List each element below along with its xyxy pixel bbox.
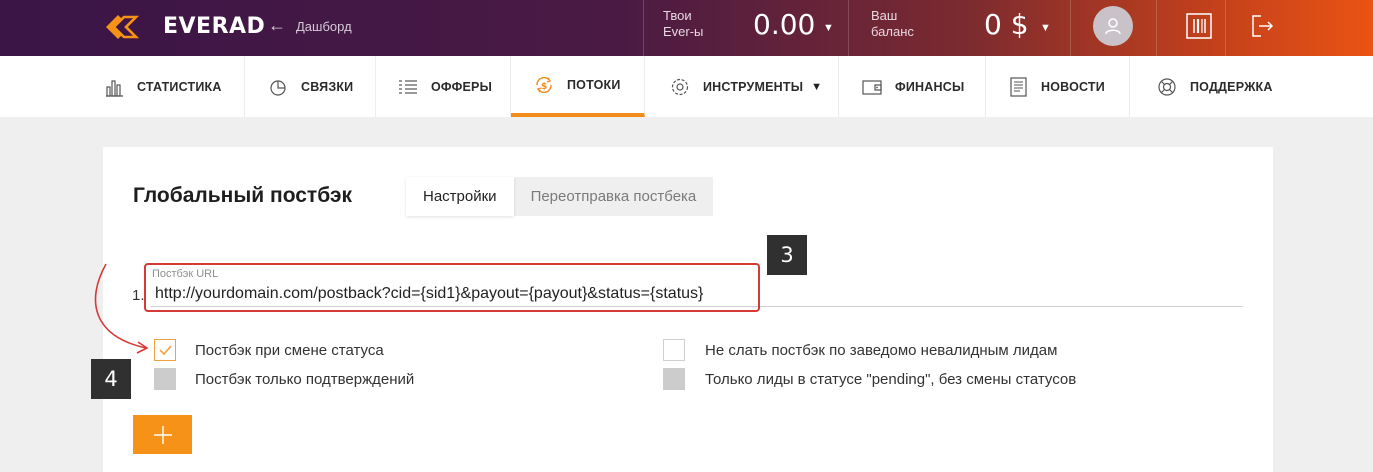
tools-dropdown-caret-icon[interactable]: ▼ [811,81,822,93]
breadcrumb[interactable]: Дашборд [296,19,352,34]
lifebuoy-icon [1158,77,1176,96]
divider [848,0,849,56]
nav-label: ИНСТРУМЕНТЫ [703,79,804,94]
top-bar: EVERAD ← Дашборд Твои Ever-ы 0.00 ▼ Ваш … [0,0,1373,56]
user-icon [1105,18,1121,35]
ever-dropdown-caret-icon[interactable]: ▼ [823,22,834,34]
highlight-frame [144,263,760,312]
add-postback-button[interactable] [133,415,192,454]
balance-label-line2: баланс [871,24,914,39]
checkbox-postback-on-status-change[interactable] [154,339,176,361]
tab-resend-postback[interactable]: Переотправка постбека [514,177,714,216]
nav-label: ОФФЕРЫ [431,79,493,94]
nav-label: ПОДДЕРЖКА [1190,79,1273,94]
divider [643,0,644,56]
balance-dropdown-caret-icon[interactable]: ▼ [1040,22,1051,34]
checkbox-label: Постбэк при смене статуса [195,342,384,359]
nav-label: ФИНАНСЫ [895,79,965,94]
checkbox-confirmations-only[interactable] [154,368,176,390]
checkbox-label: Не слать постбэк по заведомо невалидным … [705,342,1058,359]
gear-icon [671,78,689,95]
checkbox-skip-invalid-leads[interactable] [663,339,685,361]
annotation-marker-4: 4 [91,359,131,399]
list-icon [399,79,417,94]
pie-chart-icon [270,79,286,96]
ever-label-line1: Твои [663,8,692,23]
barcode-icon[interactable] [1186,13,1212,39]
tab-bar: Настройки Переотправка постбека [406,177,714,216]
ever-balance-value: 0.00 [753,8,816,41]
tab-settings[interactable]: Настройки [406,177,514,216]
checkbox-label: Только лиды в статусе "pending", без сме… [705,371,1077,388]
divider [1070,0,1071,56]
divider [1156,0,1157,56]
newspaper-icon [1010,76,1027,97]
page-title: Глобальный постбэк [133,184,353,207]
money-cycle-icon: $ [536,76,552,93]
checkmark-icon [159,345,172,356]
nav-label: ПОТОКИ [567,77,621,92]
checkbox-label: Постбэк только подтверждений [195,371,415,388]
avatar[interactable] [1093,6,1133,46]
divider [1225,0,1226,56]
global-postback-card: Глобальный постбэк Настройки Переотправк… [103,147,1273,472]
logo-text[interactable]: EVERAD [163,14,265,39]
nav-item-streams[interactable]: $ ПОТОКИ [511,56,645,117]
balance-label-line1: Ваш [871,8,898,23]
nav-item-bundles[interactable]: СВЯЗКИ [245,56,376,117]
annotation-marker-3: 3 [767,235,807,275]
checkbox-pending-only[interactable] [663,368,685,390]
nav-item-statistics[interactable]: СТАТИСТИКА [88,56,245,117]
nav-label: НОВОСТИ [1041,79,1105,94]
nav-label: СВЯЗКИ [301,79,354,94]
nav-item-finances[interactable]: ФИНАНСЫ [839,56,986,117]
nav-label: СТАТИСТИКА [137,79,222,94]
bar-chart-icon [106,79,123,97]
nav-item-news[interactable]: НОВОСТИ [986,56,1130,117]
nav-item-support[interactable]: ПОДДЕРЖКА [1130,56,1300,117]
plus-icon [153,425,172,444]
everad-logo-icon[interactable] [102,12,140,42]
logout-icon[interactable] [1250,13,1276,39]
main-nav: СТАТИСТИКА СВЯЗКИ ОФФЕРЫ $ ПОТОКИ ИНСТРУ… [0,56,1373,117]
ever-label-line2: Ever-ы [663,24,704,39]
back-arrow-icon[interactable]: ← [268,15,286,36]
row-number: 1. [132,287,145,304]
svg-text:$: $ [541,82,547,92]
nav-item-tools[interactable]: ИНСТРУМЕНТЫ ▼ [645,56,839,117]
wallet-icon [862,79,882,95]
nav-item-offers[interactable]: ОФФЕРЫ [376,56,511,117]
balance-value: 0 $ [984,8,1029,41]
